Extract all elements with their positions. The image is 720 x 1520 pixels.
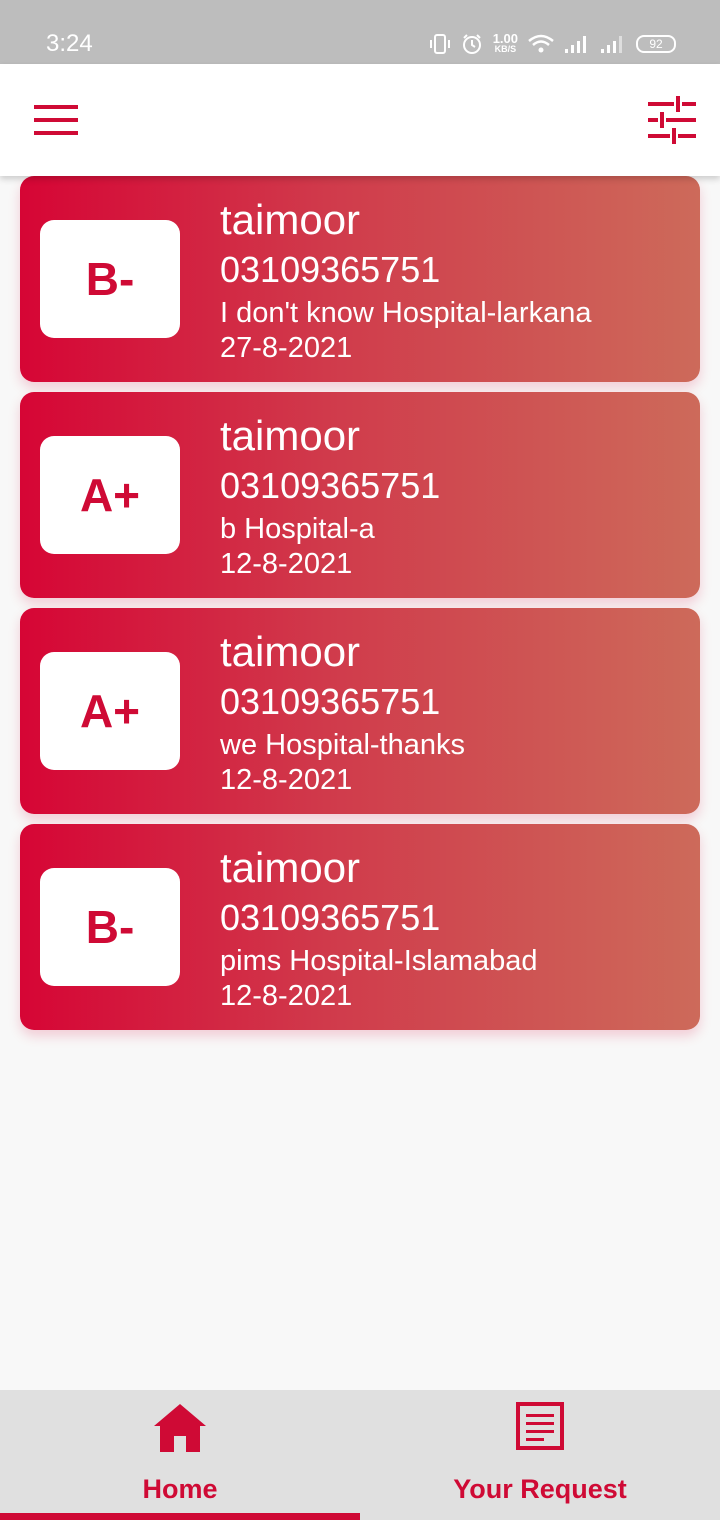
signal-icon-2 xyxy=(600,34,626,54)
request-info: taimoor 03109365751 b Hospital-a 12-8-20… xyxy=(220,412,440,582)
wifi-icon xyxy=(528,34,554,54)
status-bar: 3:24 1.00 KB/S 92 xyxy=(0,0,720,64)
request-date: 12-8-2021 xyxy=(220,980,353,1012)
nav-label-home: Home xyxy=(142,1474,218,1504)
article-icon xyxy=(516,1402,564,1450)
net-speed-value: 1.00 xyxy=(492,31,518,46)
requester-phone: 03109365751 xyxy=(220,465,441,506)
blood-group-badge: A+ xyxy=(40,436,180,554)
vibrate-icon xyxy=(429,33,451,55)
status-icons: 1.00 KB/S 92 xyxy=(429,30,676,58)
request-list: B- taimoor 03109365751 I don't know Hosp… xyxy=(20,176,700,1040)
request-card[interactable]: A+ taimoor 03109365751 b Hospital-a 12-8… xyxy=(20,392,700,598)
nav-label-your-request: Your Request xyxy=(453,1474,627,1504)
request-card[interactable]: B- taimoor 03109365751 pims Hospital-Isl… xyxy=(20,824,700,1030)
battery-icon: 92 xyxy=(636,35,676,53)
request-info: taimoor 03109365751 I don't know Hospita… xyxy=(220,196,591,366)
requester-name: taimoor xyxy=(220,844,361,891)
blood-group-badge: B- xyxy=(40,868,180,986)
requester-name: taimoor xyxy=(220,196,361,243)
menu-icon xyxy=(34,105,78,135)
signal-icon xyxy=(564,34,590,54)
alarm-icon xyxy=(461,33,483,55)
requester-name: taimoor xyxy=(220,628,361,675)
request-info: taimoor 03109365751 pims Hospital-Islama… xyxy=(220,844,538,1014)
filter-button[interactable] xyxy=(646,94,698,146)
hospital-name: we Hospital-thanks xyxy=(220,729,465,761)
requester-phone: 03109365751 xyxy=(220,249,441,290)
request-card[interactable]: A+ taimoor 03109365751 we Hospital-thank… xyxy=(20,608,700,814)
request-date: 12-8-2021 xyxy=(220,764,353,796)
nav-item-your-request[interactable]: Your Request xyxy=(360,1390,720,1520)
nav-item-home[interactable]: Home xyxy=(0,1390,360,1520)
blood-group-badge: A+ xyxy=(40,652,180,770)
requester-name: taimoor xyxy=(220,412,361,459)
bottom-navigation: Home Your Request xyxy=(0,1390,720,1520)
request-date: 12-8-2021 xyxy=(220,548,353,580)
requester-phone: 03109365751 xyxy=(220,681,441,722)
menu-button[interactable] xyxy=(30,100,82,140)
request-date: 27-8-2021 xyxy=(220,332,353,364)
blood-group-badge: B- xyxy=(40,220,180,338)
request-card[interactable]: B- taimoor 03109365751 I don't know Hosp… xyxy=(20,176,700,382)
status-time: 3:24 xyxy=(46,30,93,57)
hospital-name: I don't know Hospital-larkana xyxy=(220,297,592,329)
requester-phone: 03109365751 xyxy=(220,897,441,938)
hospital-name: b Hospital-a xyxy=(220,513,375,545)
hospital-name: pims Hospital-Islamabad xyxy=(220,945,538,977)
home-icon xyxy=(154,1404,206,1452)
net-speed-unit: KB/S xyxy=(494,44,517,54)
tune-filter-icon xyxy=(648,96,696,144)
request-info: taimoor 03109365751 we Hospital-thanks 1… xyxy=(220,628,465,798)
net-speed: 1.00 KB/S xyxy=(492,31,518,54)
selected-tab-indicator xyxy=(0,1513,360,1520)
app-bar xyxy=(0,64,720,176)
